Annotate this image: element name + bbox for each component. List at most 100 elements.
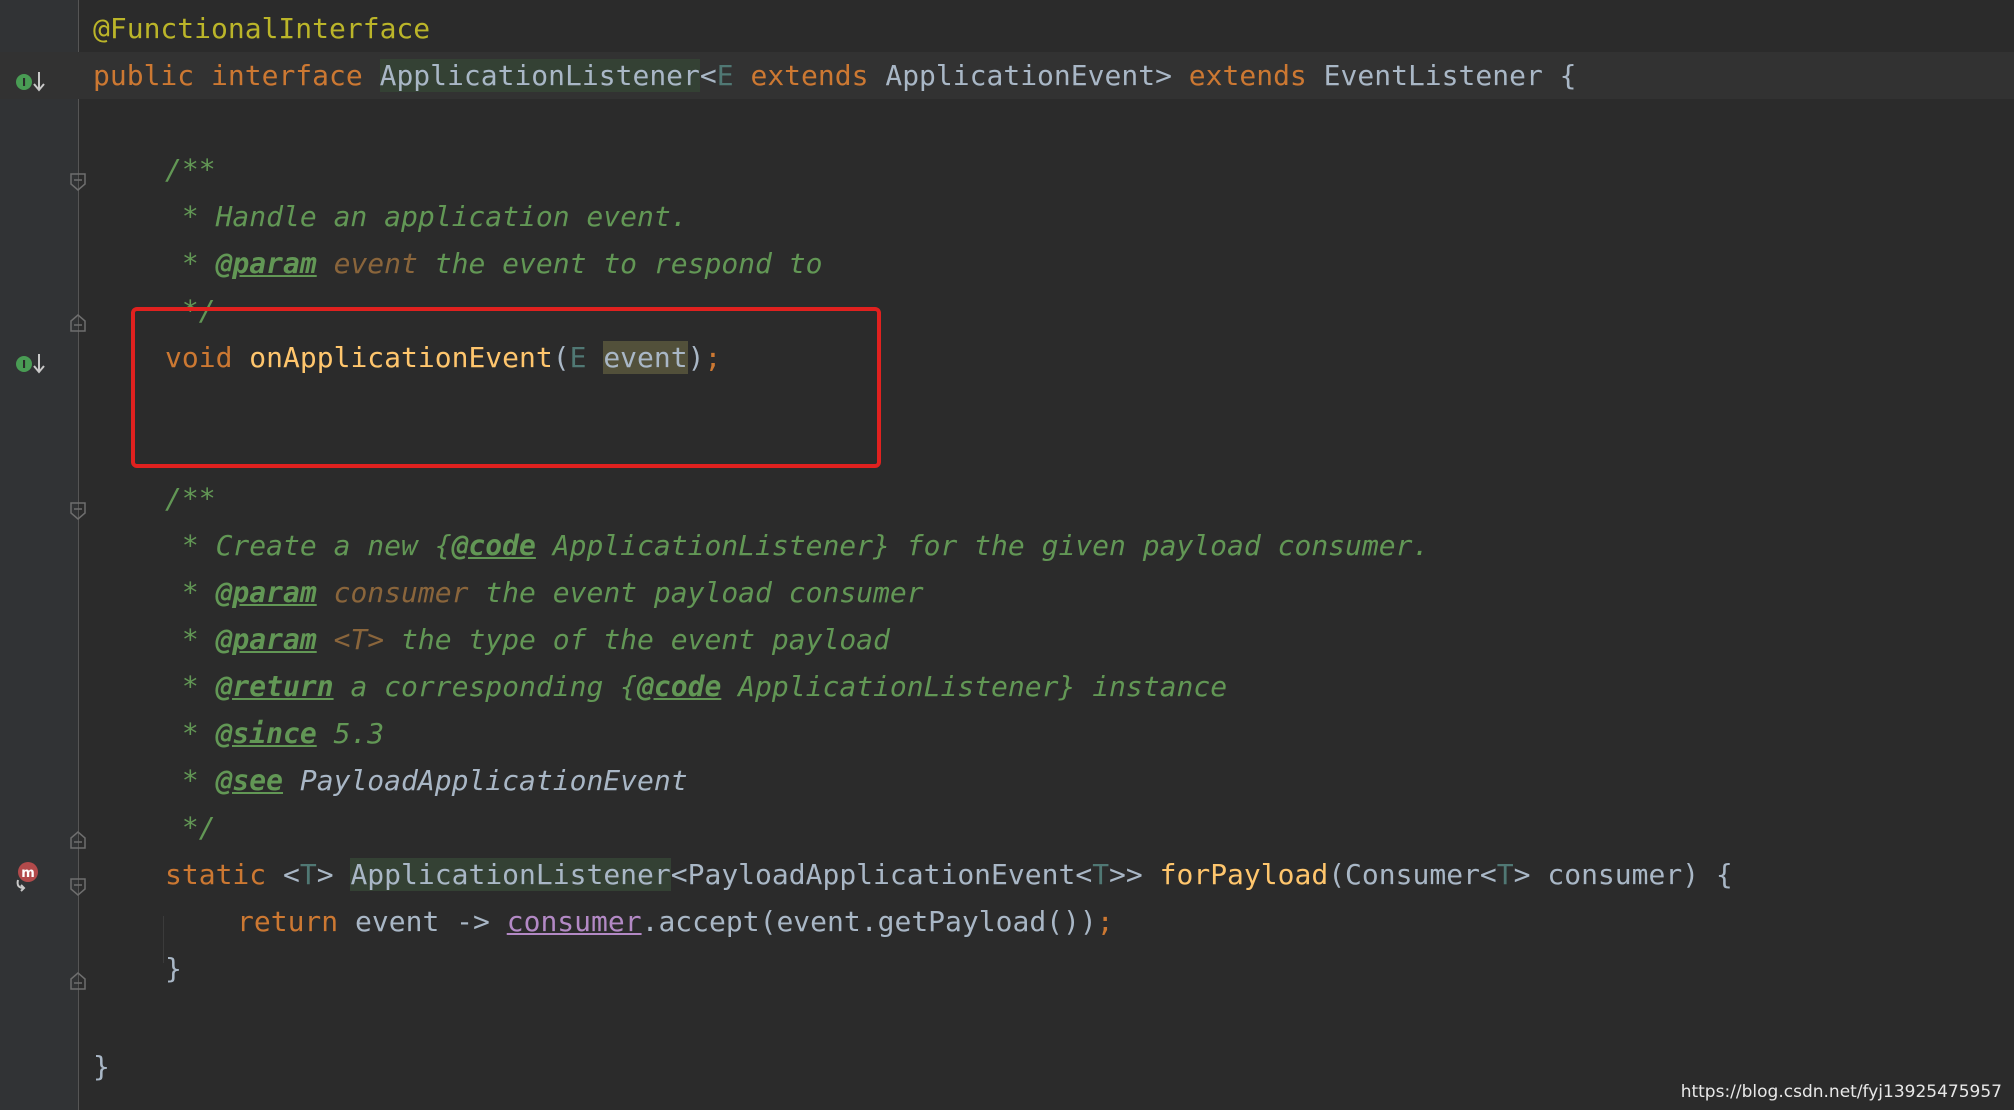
javadoc-star: * <box>165 670 216 703</box>
code-line-6[interactable]: * @param event the event to respond to <box>0 240 2014 287</box>
javadoc-description: * Create a new {@code ApplicationListene… <box>165 522 1429 569</box>
javadoc-tag-code[interactable]: @code <box>452 529 536 562</box>
method-recursion-icon[interactable]: m <box>14 859 46 892</box>
svg-text:m: m <box>21 866 35 881</box>
implemented-interface-icon[interactable]: I <box>14 344 46 374</box>
javadoc-star: * <box>165 247 216 280</box>
keyword-interface: interface <box>211 59 363 92</box>
svg-text:I: I <box>22 76 26 89</box>
return-statement: return event -> consumer.accept(event.ge… <box>237 898 1114 945</box>
javadoc-tag-see[interactable]: @see <box>216 764 283 797</box>
code-line-20[interactable]: return event -> consumer.accept(event.ge… <box>0 898 2014 945</box>
javadoc-tag-param[interactable]: @param <box>216 247 317 280</box>
generic-close: >> <box>1109 858 1143 891</box>
javadoc-param-name: event <box>333 247 418 280</box>
javadoc-star: * <box>165 764 216 797</box>
code-line-16[interactable]: * @since 5.3 <box>0 710 2014 757</box>
javadoc-tag-since[interactable]: @since <box>216 717 317 750</box>
type-param-t[interactable]: T <box>300 858 317 891</box>
open-brace: { <box>1559 59 1577 92</box>
keyword-public: public <box>93 59 195 92</box>
javadoc-param-text: the type of the event payload <box>384 623 890 656</box>
type-payload-application-event[interactable]: <PayloadApplicationEvent< <box>671 858 1092 891</box>
code-line-17[interactable]: * @see PayloadApplicationEvent <box>0 757 2014 804</box>
code-line-19[interactable]: m static <T> ApplicationListener<Payload… <box>0 851 2014 898</box>
generic-close: > <box>316 858 334 891</box>
close-brace: } <box>165 952 182 985</box>
code-line-12[interactable]: * Create a new {@code ApplicationListene… <box>0 522 2014 569</box>
javadoc-star: * <box>165 623 216 656</box>
javadoc-param-line: * @param event the event to respond to <box>165 240 823 287</box>
javadoc-see-reference[interactable]: PayloadApplicationEvent <box>283 764 688 797</box>
fold-marker-icon[interactable] <box>68 488 88 520</box>
javadoc-open: /** <box>165 153 216 186</box>
javadoc-star: * <box>165 576 216 609</box>
javadoc-text: ApplicationListener} for the given paylo… <box>535 529 1430 562</box>
fold-marker-icon[interactable] <box>68 817 88 849</box>
code-line-2[interactable]: I public interface ApplicationListener<E… <box>0 52 2014 99</box>
javadoc-text: * Create a new { <box>165 529 452 562</box>
svg-text:I: I <box>22 358 26 371</box>
javadoc-text: 5.3 <box>316 717 385 750</box>
lambda-param-event[interactable]: event -> <box>338 905 507 938</box>
interface-name[interactable]: ApplicationListener <box>379 59 700 92</box>
code-line-11[interactable]: /** <box>0 475 2014 522</box>
generic-open: < <box>699 59 717 92</box>
fold-marker-icon[interactable] <box>68 958 88 990</box>
method-call-accept[interactable]: .accept(event.getPayload()) <box>642 905 1097 938</box>
code-editor[interactable]: @FunctionalInterface I public interface … <box>0 0 2014 1110</box>
method-for-payload[interactable]: forPayload <box>1160 858 1329 891</box>
javadoc-param-line: * @param <T> the type of the event paylo… <box>165 616 890 663</box>
type-application-listener[interactable]: ApplicationListener <box>350 858 671 891</box>
fold-marker-icon[interactable] <box>68 159 88 191</box>
javadoc-tag-param[interactable]: @param <box>216 623 317 656</box>
javadoc-text: ApplicationListener} instance <box>721 670 1228 703</box>
javadoc-return-line: * @return a corresponding {@code Applica… <box>165 663 1227 710</box>
type-event-listener[interactable]: EventListener <box>1324 59 1543 92</box>
javadoc-param-text: the event to respond to <box>417 247 823 280</box>
keyword-return: return <box>237 905 339 938</box>
javadoc-open: /** <box>165 482 216 515</box>
captured-variable-consumer[interactable]: consumer <box>507 905 642 938</box>
javadoc-param-name: <T> <box>333 623 385 656</box>
code-line-15[interactable]: * @return a corresponding {@code Applica… <box>0 663 2014 710</box>
javadoc-text: a corresponding { <box>333 670 638 703</box>
generic-open: < <box>283 858 300 891</box>
javadoc-tag-param[interactable]: @param <box>216 576 317 609</box>
javadoc-param-name: consumer <box>333 576 469 609</box>
keyword-extends: extends <box>750 59 869 92</box>
code-line-13[interactable]: * @param consumer the event payload cons… <box>0 569 2014 616</box>
type-param-e[interactable]: E <box>717 59 734 92</box>
param-consumer[interactable]: > consumer) { <box>1514 858 1733 891</box>
javadoc-description: * Handle an application event. <box>165 200 688 233</box>
code-line-14[interactable]: * @param <T> the type of the event paylo… <box>0 616 2014 663</box>
annotation-functional-interface: @FunctionalInterface <box>93 12 431 45</box>
javadoc-close: */ <box>165 811 216 844</box>
javadoc-tag-return[interactable]: @return <box>216 670 334 703</box>
javadoc-param-text: the event payload consumer <box>468 576 924 609</box>
code-line-4[interactable]: /** <box>0 146 2014 193</box>
javadoc-star: * <box>165 717 216 750</box>
close-brace: } <box>93 1050 110 1083</box>
param-type-consumer[interactable]: (Consumer< <box>1328 858 1497 891</box>
fold-marker-icon[interactable] <box>68 864 88 896</box>
javadoc-tag-code[interactable]: @code <box>637 670 721 703</box>
red-highlight-box <box>131 307 881 468</box>
type-param-t[interactable]: T <box>1497 858 1514 891</box>
code-line-18[interactable]: */ <box>0 804 2014 851</box>
type-param-t[interactable]: T <box>1092 858 1109 891</box>
type-application-event[interactable]: ApplicationEvent <box>885 59 1155 92</box>
fold-marker-icon[interactable] <box>68 300 88 332</box>
semicolon: ; <box>1096 905 1114 938</box>
interface-declaration: public interface ApplicationListener<E e… <box>93 52 1577 99</box>
code-line-5[interactable]: * Handle an application event. <box>0 193 2014 240</box>
code-line-1[interactable]: @FunctionalInterface <box>0 5 2014 52</box>
javadoc-see-line: * @see PayloadApplicationEvent <box>165 757 688 804</box>
javadoc-param-line: * @param consumer the event payload cons… <box>165 569 924 616</box>
keyword-static: static <box>165 858 267 891</box>
javadoc-since-line: * @since 5.3 <box>165 710 384 757</box>
generic-close: > <box>1155 59 1172 92</box>
implemented-interface-icon[interactable]: I <box>14 62 46 92</box>
code-line-21[interactable]: } <box>0 945 2014 992</box>
keyword-extends: extends <box>1188 59 1307 92</box>
